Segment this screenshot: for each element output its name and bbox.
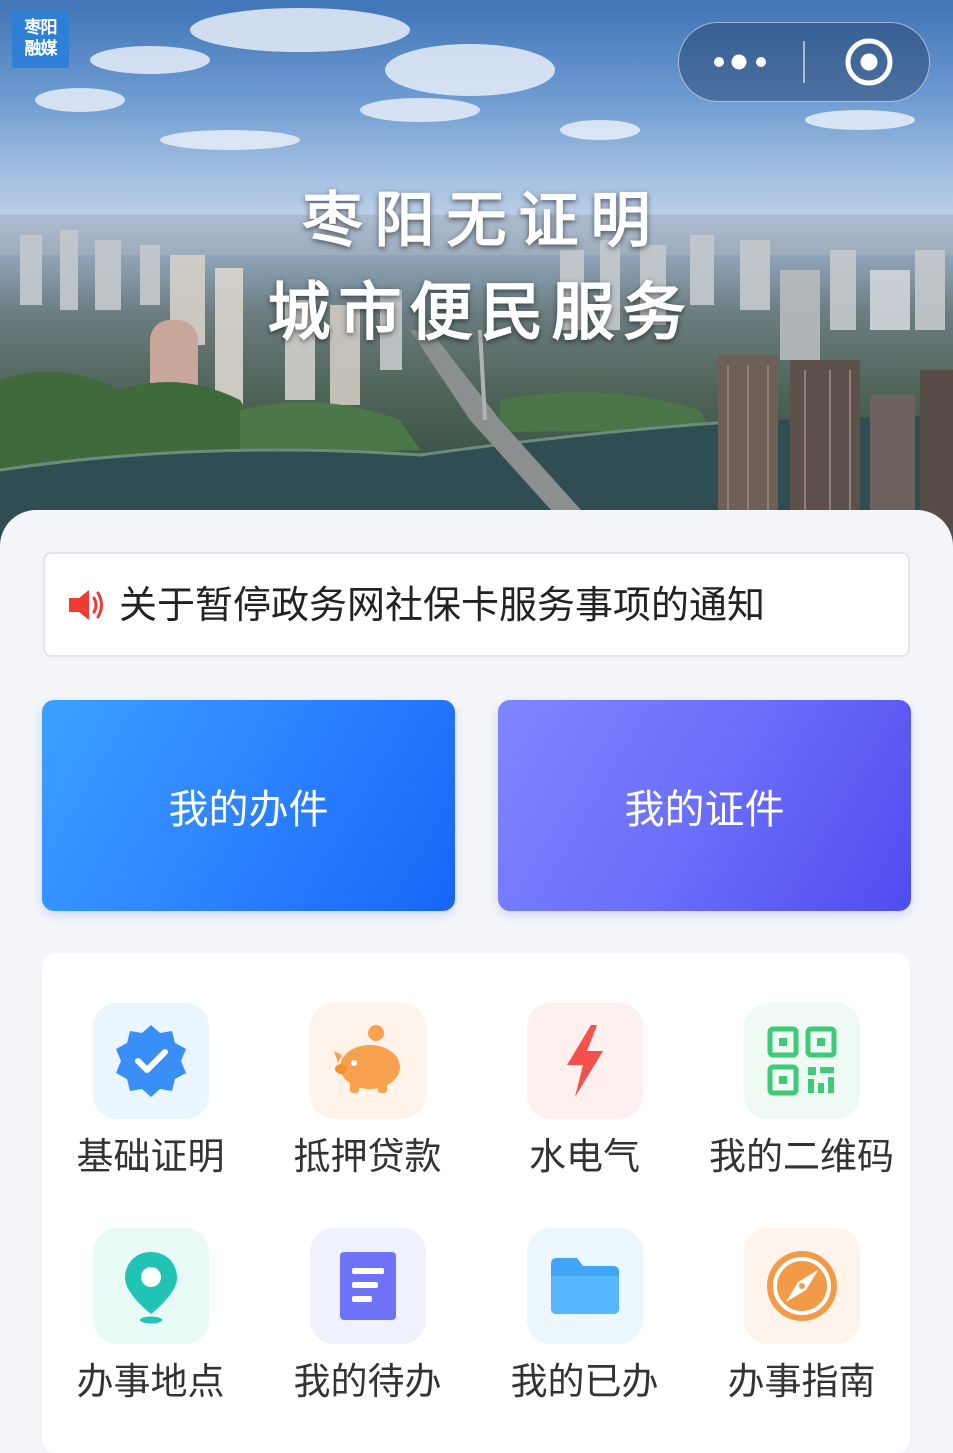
service-label: 办事指南 (727, 1360, 876, 1403)
main-panel: 关于暂停政务网社保卡服务事项的通知 我的办件 我的证件 基础证明 抵押贷款 水电… (0, 510, 953, 1453)
service-basic-certificate[interactable]: 基础证明 (42, 953, 259, 1178)
lightning-icon (567, 1025, 603, 1097)
speaker-icon (69, 590, 103, 620)
hero-banner: 枣阳 融媒 枣阳无证明 城市便民服务 (0, 0, 953, 560)
service-label: 我的待办 (293, 1360, 442, 1403)
service-my-completed[interactable]: 我的已办 (476, 1178, 693, 1403)
folder-icon (551, 1258, 619, 1314)
service-my-pending[interactable]: 我的待办 (259, 1178, 476, 1403)
document-icon (340, 1252, 396, 1320)
location-pin-icon (125, 1252, 177, 1324)
qr-code-icon (767, 1026, 837, 1096)
service-utilities[interactable]: 水电气 (476, 953, 693, 1178)
service-office-location[interactable]: 办事地点 (42, 1178, 259, 1403)
my-applications-label: 我的办件 (168, 786, 329, 833)
service-icon-tile (93, 1003, 209, 1119)
close-button[interactable] (806, 23, 928, 100)
service-icon-tile (527, 1228, 643, 1344)
notice-bar[interactable]: 关于暂停政务网社保卡服务事项的通知 (43, 552, 910, 657)
logo-text-line2: 融媒 (24, 39, 58, 59)
service-guide[interactable]: 办事指南 (693, 1178, 910, 1403)
service-grid: 基础证明 抵押贷款 水电气 我的二维码 办事地点 我的待办 我的已办 办事指南 (42, 953, 910, 1453)
target-circle-icon (845, 38, 893, 86)
service-label: 我的二维码 (709, 1135, 894, 1178)
service-mortgage-loan[interactable]: 抵押贷款 (259, 953, 476, 1178)
verified-badge-icon (116, 1025, 186, 1097)
miniprogram-capsule (678, 22, 930, 102)
service-icon-tile (744, 1003, 860, 1119)
service-label: 办事地点 (76, 1360, 225, 1403)
service-icon-tile (527, 1003, 643, 1119)
my-applications-button[interactable]: 我的办件 (42, 700, 455, 911)
service-icon-tile (744, 1228, 860, 1344)
my-certificates-label: 我的证件 (624, 786, 785, 833)
piggy-bank-icon (334, 1025, 400, 1093)
service-label: 水电气 (529, 1135, 640, 1178)
service-icon-tile (310, 1003, 426, 1119)
more-dots-icon (714, 54, 766, 70)
service-icon-tile (310, 1228, 426, 1344)
more-button[interactable] (679, 23, 803, 100)
my-certificates-button[interactable]: 我的证件 (498, 700, 911, 911)
logo-text-line1: 枣阳 (24, 18, 58, 38)
service-my-qr-code[interactable]: 我的二维码 (693, 953, 910, 1178)
service-label: 抵押贷款 (293, 1135, 442, 1178)
service-label: 基础证明 (76, 1135, 225, 1178)
media-logo: 枣阳 融媒 (12, 12, 69, 68)
capsule-divider (803, 41, 805, 83)
notice-text: 关于暂停政务网社保卡服务事项的通知 (119, 583, 766, 627)
compass-icon (767, 1251, 837, 1321)
hero-title-line1: 枣阳无证明 (302, 186, 663, 256)
service-icon-tile (93, 1228, 209, 1344)
service-label: 我的已办 (510, 1360, 659, 1403)
hero-title-line2: 城市便民服务 (267, 276, 694, 349)
